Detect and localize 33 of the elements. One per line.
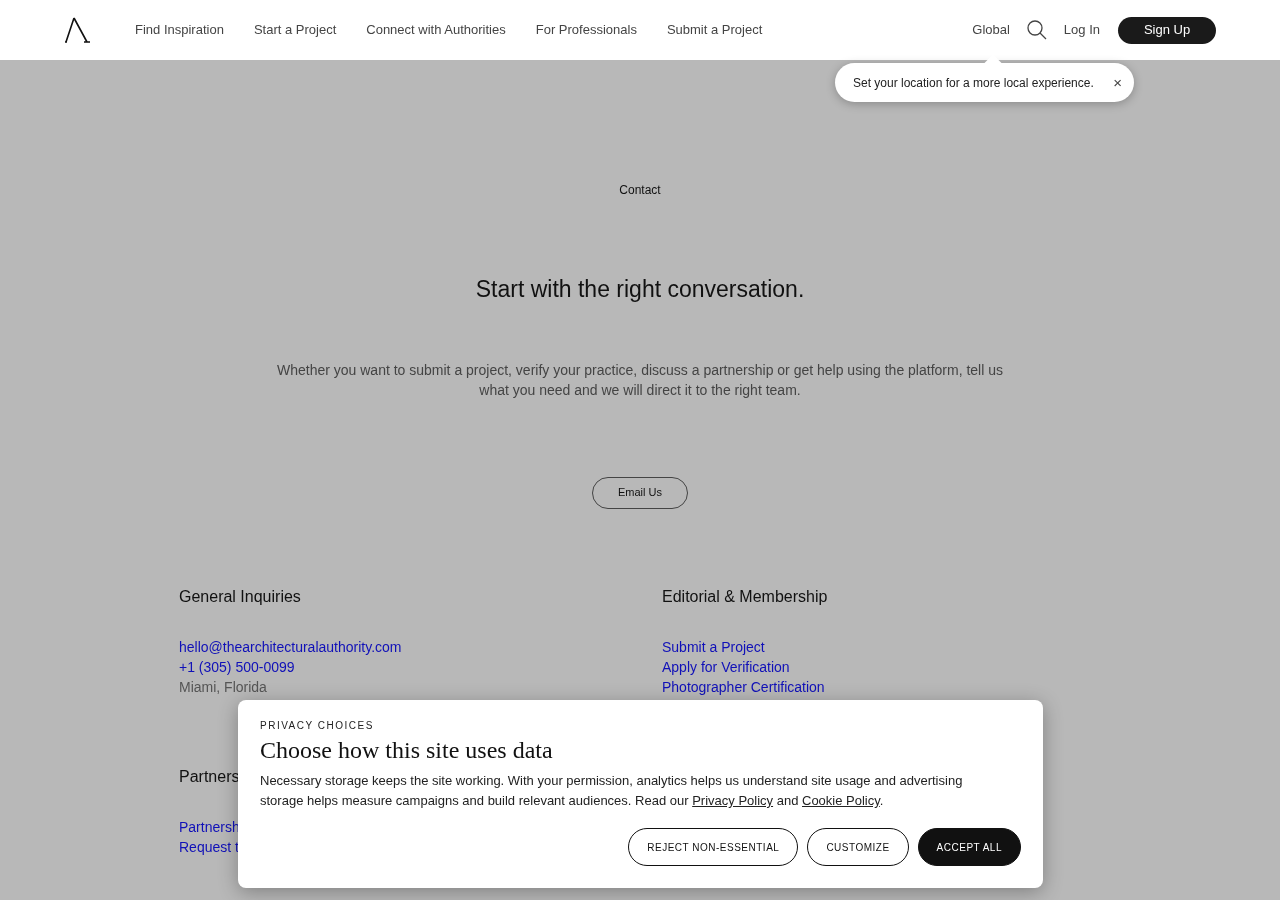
tooltip-text: Set your location for a more local experience. [853, 74, 1094, 92]
contact-link[interactable]: Photographer Certification [662, 676, 825, 697]
contact-link[interactable]: +1 (305) 500-0099 [179, 656, 295, 677]
privacy-text: Necessary storage keeps the site working. With your permission, analytics helps us understand site usage and advertising storage helps measure campaigns and build relevant audiences. Read our Privacy Policy and Cookie Policy. [260, 772, 964, 810]
region-link[interactable]: Global [972, 20, 1010, 40]
intro-paragraph: Whether you want to submit a project, verify your practice, discuss a partnership or get help using the platform, tell us what you need and we will direct it to the right team. [276, 360, 1004, 400]
contact-link[interactable]: Submit a Project [662, 636, 765, 657]
nav-link[interactable]: Submit a Project [666, 20, 763, 40]
signup-button[interactable]: Sign Up [1118, 16, 1216, 44]
location-text: Miami, Florida [179, 677, 267, 697]
dialog-eyebrow: PRIVACY CHOICES [260, 719, 374, 733]
login-link[interactable]: Log In [1063, 20, 1100, 40]
policy-link[interactable]: Privacy Policy [692, 793, 774, 808]
consent-button[interactable]: REJECT NON-ESSENTIAL [628, 828, 799, 866]
consent-button[interactable]: CUSTOMIZE [807, 828, 909, 866]
section-heading: General Inquiries [179, 586, 301, 607]
section-heading: Editorial & Membership [662, 586, 828, 607]
contact-link[interactable]: Partnersh [179, 816, 240, 837]
search-icon[interactable] [1026, 20, 1047, 40]
nav-link[interactable]: For Professionals [535, 20, 637, 40]
dialog-title: Choose how this site uses data [260, 736, 553, 765]
nav-link[interactable]: Start a Project [253, 20, 337, 40]
page-heading: Start with the right conversation. [475, 275, 805, 304]
close-button[interactable]: × [1113, 75, 1122, 90]
policy-link[interactable]: Cookie Policy [802, 793, 880, 808]
logo-icon[interactable] [64, 17, 90, 43]
nav-link[interactable]: Find Inspiration [135, 20, 224, 40]
contact-link[interactable]: Apply for Verification [662, 656, 790, 677]
contact-link[interactable]: hello@thearchitecturalauthority.com [179, 636, 402, 657]
section-heading: Partners [179, 766, 240, 787]
nav-link[interactable]: Connect with Authorities [366, 20, 506, 40]
consent-button[interactable]: ACCEPT ALL [917, 828, 1021, 866]
eyebrow-text: Contact [619, 182, 661, 199]
